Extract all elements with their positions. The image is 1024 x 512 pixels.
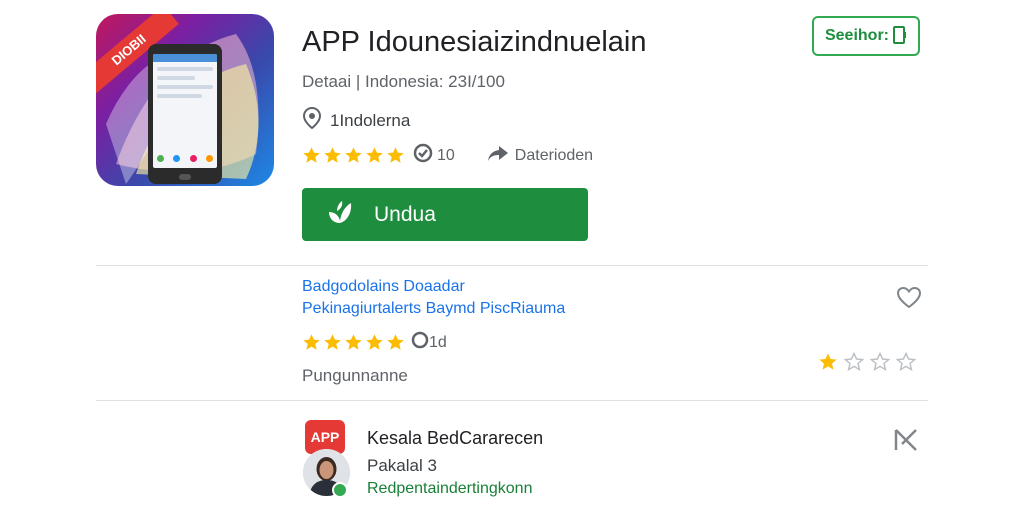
star-filled-icon[interactable] bbox=[818, 352, 838, 372]
app-location: 1Indolerna bbox=[302, 106, 411, 134]
review-rating-stars bbox=[302, 333, 405, 352]
share-arrow-icon bbox=[487, 144, 509, 167]
search-label: Seeihor: bbox=[824, 27, 889, 44]
search-button[interactable]: Seeihor: bbox=[812, 16, 920, 56]
star-filled-icon bbox=[345, 147, 362, 163]
star-filled-icon bbox=[345, 334, 362, 350]
star-empty-icon[interactable] bbox=[896, 352, 916, 372]
battery-icon bbox=[893, 23, 907, 50]
star-filled-icon bbox=[366, 147, 383, 163]
location-label: 1Indolerna bbox=[330, 110, 411, 130]
review-rating: 1d bbox=[302, 331, 447, 354]
star-filled-icon bbox=[303, 147, 320, 163]
dismiss-icon[interactable] bbox=[892, 426, 920, 454]
app-rating-stars bbox=[302, 146, 405, 165]
rating-count: 10 bbox=[413, 143, 455, 168]
share-link[interactable]: Daterioden bbox=[487, 144, 593, 167]
developer-name[interactable]: Kesala BedCararecen bbox=[367, 428, 543, 449]
user-rating-stars[interactable] bbox=[818, 352, 916, 372]
star-filled-icon bbox=[387, 334, 404, 350]
developer-meta: Pakalal 3 bbox=[367, 456, 437, 475]
review-title[interactable]: Badgodolains Doaadar Pekinagiurtalerts B… bbox=[302, 276, 565, 320]
review-title-line1: Badgodolains Doaadar bbox=[302, 278, 465, 295]
location-pin-icon bbox=[302, 106, 322, 134]
star-filled-icon bbox=[324, 147, 341, 163]
star-filled-icon bbox=[324, 334, 341, 350]
star-empty-icon[interactable] bbox=[870, 352, 890, 372]
star-empty-icon[interactable] bbox=[844, 352, 864, 372]
app-meta-row: 10 Daterioden bbox=[302, 143, 593, 168]
review-rating-count: 1d bbox=[429, 333, 447, 351]
install-button[interactable]: Undua bbox=[302, 188, 588, 241]
share-label: Daterioden bbox=[514, 146, 594, 164]
divider bbox=[96, 265, 928, 266]
review-title-line2: Pekinagiurtalerts Baymd PiscRiauma bbox=[302, 300, 566, 317]
review-author: Pungunnanne bbox=[302, 366, 408, 385]
verified-badge-icon bbox=[332, 482, 348, 498]
review-count-icon bbox=[411, 331, 429, 354]
developer-link[interactable]: Redpentaindertingkonn bbox=[367, 480, 532, 498]
phone-graphic bbox=[148, 44, 222, 184]
divider bbox=[96, 400, 928, 401]
favorite-heart-icon[interactable] bbox=[896, 286, 922, 312]
reviews-icon bbox=[413, 143, 433, 168]
app-title: APP Idounesiaizindnuelain bbox=[302, 26, 647, 58]
star-filled-icon bbox=[387, 147, 404, 163]
rating-count-value: 10 bbox=[437, 146, 455, 164]
star-filled-icon bbox=[366, 334, 383, 350]
app-icon: DIOBII bbox=[96, 14, 274, 186]
app-subtitle: Detaai | Indonesia: 23I/100 bbox=[302, 72, 505, 91]
leaf-icon bbox=[326, 199, 354, 231]
star-filled-icon bbox=[303, 334, 320, 350]
install-label: Undua bbox=[374, 202, 436, 226]
